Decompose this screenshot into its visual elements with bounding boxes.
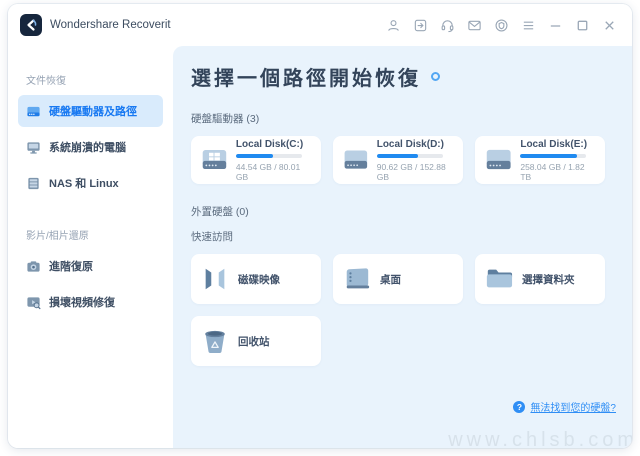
main-panel: 選擇一個路徑開始恢復 硬盤驅動器 (3) Local Disk(C:) bbox=[173, 46, 632, 448]
sidebar-item-video-repair[interactable]: 損壞視頻修復 bbox=[18, 286, 163, 318]
drive-size: 44.54 GB / 80.01 GB bbox=[236, 162, 312, 182]
video-repair-icon bbox=[26, 295, 41, 310]
question-circle-icon: ? bbox=[513, 401, 525, 413]
folder-icon bbox=[484, 265, 514, 293]
drive-size: 90.62 GB / 152.88 GB bbox=[377, 162, 454, 182]
titlebar-actions bbox=[384, 16, 618, 34]
windows-drive-icon bbox=[200, 146, 229, 174]
sidebar-item-crashed-computer[interactable]: 系統崩潰的電腦 bbox=[18, 131, 163, 163]
drives-section-label: 硬盤驅動器 (3) bbox=[191, 111, 612, 126]
menu-list-icon[interactable] bbox=[519, 16, 537, 34]
sidebar-item-hard-drives[interactable]: 硬盤驅動器及路徑 bbox=[18, 95, 163, 127]
sidebar-item-label: 損壞視頻修復 bbox=[49, 294, 115, 310]
drive-usage-bar bbox=[377, 154, 443, 158]
camera-icon bbox=[26, 259, 41, 274]
drive-name: Local Disk(C:) bbox=[236, 139, 312, 150]
headset-icon[interactable] bbox=[438, 16, 456, 34]
login-icon[interactable] bbox=[411, 16, 429, 34]
maximize-icon[interactable] bbox=[573, 16, 591, 34]
drive-size: 258.04 GB / 1.82 TB bbox=[520, 162, 596, 182]
quick-access-label: 快速訪問 bbox=[191, 229, 612, 244]
quick-card-label: 選擇資料夾 bbox=[522, 272, 575, 287]
quick-card-disk-image[interactable]: 磁碟映像 bbox=[191, 254, 321, 304]
drives-grid: Local Disk(C:) 44.54 GB / 80.01 GB bbox=[191, 136, 611, 184]
drive-card-e[interactable]: Local Disk(E:) 258.04 GB / 1.82 TB bbox=[475, 136, 605, 184]
desktop-icon bbox=[342, 265, 372, 293]
watermark: www.chlsb.com bbox=[448, 429, 632, 448]
external-section-label: 外置硬盤 (0) bbox=[191, 204, 612, 219]
sidebar: 文件恢復 硬盤驅動器及路徑 系統崩潰的電腦 bbox=[8, 46, 173, 448]
sidebar-item-label: 進階復原 bbox=[49, 258, 93, 274]
drive-name: Local Disk(E:) bbox=[520, 139, 596, 150]
user-icon[interactable] bbox=[384, 16, 402, 34]
nas-icon bbox=[26, 176, 41, 191]
close-icon[interactable] bbox=[600, 16, 618, 34]
sidebar-item-label: NAS 和 Linux bbox=[49, 175, 119, 191]
drive-icon bbox=[484, 146, 513, 174]
sidebar-item-nas-linux[interactable]: NAS 和 Linux bbox=[18, 167, 163, 199]
app-window: Wondershare Recoverit bbox=[8, 4, 632, 448]
quick-card-select-folder[interactable]: 選擇資料夾 bbox=[475, 254, 605, 304]
refresh-ring-icon[interactable] bbox=[431, 72, 440, 81]
help-link-text: 無法找到您的硬盤? bbox=[530, 399, 616, 414]
quick-card-label: 桌面 bbox=[380, 272, 401, 287]
drive-icon bbox=[342, 146, 370, 174]
drive-usage-bar bbox=[520, 154, 586, 158]
quick-card-recycle-bin[interactable]: 回收站 bbox=[191, 316, 321, 366]
disk-image-icon bbox=[200, 265, 230, 293]
recoverit-logo-icon bbox=[20, 14, 42, 36]
drive-name: Local Disk(D:) bbox=[377, 139, 454, 150]
minimize-icon[interactable] bbox=[546, 16, 564, 34]
page-title: 選擇一個路徑開始恢復 bbox=[191, 62, 421, 91]
drive-card-c[interactable]: Local Disk(C:) 44.54 GB / 80.01 GB bbox=[191, 136, 321, 184]
badge-icon[interactable] bbox=[492, 16, 510, 34]
quick-card-label: 回收站 bbox=[238, 334, 270, 349]
sidebar-section-video-photo: 影片/相片還原 bbox=[26, 227, 163, 242]
drive-card-d[interactable]: Local Disk(D:) 90.62 GB / 152.88 GB bbox=[333, 136, 463, 184]
quick-card-desktop[interactable]: 桌面 bbox=[333, 254, 463, 304]
sidebar-item-advanced-recovery[interactable]: 進階復原 bbox=[18, 250, 163, 282]
sidebar-item-label: 硬盤驅動器及路徑 bbox=[49, 103, 137, 119]
quick-access-grid: 磁碟映像 桌面 選擇資料夾 bbox=[191, 254, 611, 366]
cant-find-drive-link[interactable]: ? 無法找到您的硬盤? bbox=[513, 399, 616, 414]
recycle-bin-icon bbox=[200, 327, 230, 355]
quick-card-label: 磁碟映像 bbox=[238, 272, 280, 287]
sidebar-item-label: 系統崩潰的電腦 bbox=[49, 139, 126, 155]
sidebar-section-file-recovery: 文件恢復 bbox=[26, 72, 163, 87]
mail-icon[interactable] bbox=[465, 16, 483, 34]
monitor-icon bbox=[26, 140, 41, 155]
titlebar: Wondershare Recoverit bbox=[8, 4, 632, 46]
drive-icon bbox=[26, 104, 41, 119]
drive-usage-bar bbox=[236, 154, 302, 158]
app-title: Wondershare Recoverit bbox=[50, 19, 171, 31]
